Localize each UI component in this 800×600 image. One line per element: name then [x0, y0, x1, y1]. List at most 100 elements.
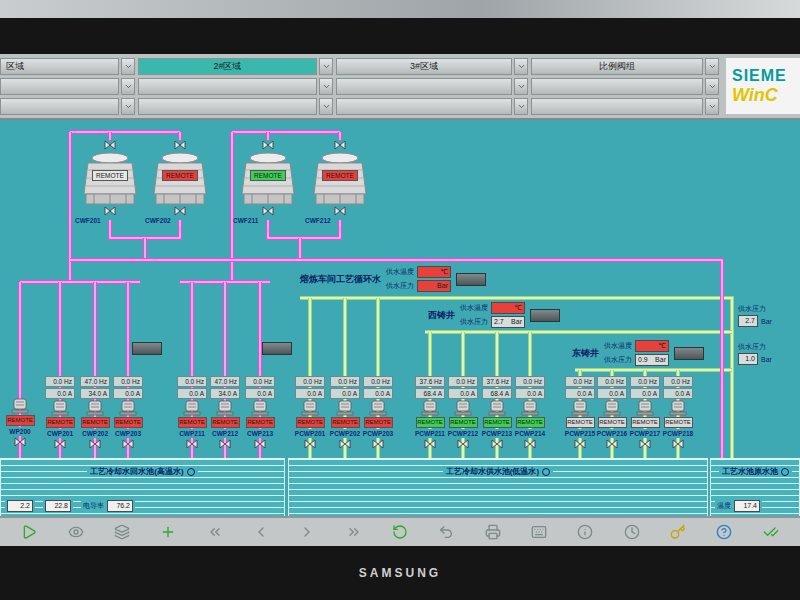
- nav-arrow-button[interactable]: [319, 98, 333, 115]
- toolbar-button[interactable]: [435, 521, 457, 543]
- toolbar-button[interactable]: [65, 521, 87, 543]
- area-tab[interactable]: 比例阀组: [531, 58, 703, 75]
- toolbar-button[interactable]: [18, 521, 40, 543]
- pump-icon[interactable]: [301, 400, 319, 416]
- area-tab[interactable]: 区域: [0, 58, 119, 75]
- info-icon[interactable]: [187, 468, 195, 476]
- pump[interactable]: 47.0 Hz34.0 AREMOTECWP202: [79, 376, 111, 449]
- cooling-tower[interactable]: REMOTECWF212: [305, 140, 375, 225]
- toolbar-button[interactable]: [760, 521, 782, 543]
- pump-icon[interactable]: [51, 400, 69, 416]
- nav-button[interactable]: [336, 98, 512, 115]
- valve-icon: [262, 206, 274, 216]
- nav-arrow-button[interactable]: [319, 58, 333, 75]
- toolbar-button[interactable]: [157, 521, 179, 543]
- pump-icon[interactable]: [636, 400, 654, 416]
- pump[interactable]: 0.0 Hz0.0 AREMOTEPCWP215: [564, 376, 596, 449]
- pump-icon[interactable]: [86, 400, 104, 416]
- pump[interactable]: 0.0 Hz0.0 AREMOTECWP203: [112, 376, 144, 449]
- nav-button[interactable]: [0, 98, 119, 115]
- toolbar-button[interactable]: [713, 521, 735, 543]
- pump-icon[interactable]: [521, 400, 539, 416]
- nav-button[interactable]: [0, 78, 119, 95]
- valve-icon: [104, 140, 116, 150]
- pump-icon[interactable]: [183, 400, 201, 416]
- pump-icon[interactable]: [119, 400, 137, 416]
- pump-icon[interactable]: [369, 400, 387, 416]
- toolbar-button[interactable]: [574, 521, 596, 543]
- toolbar-button[interactable]: [111, 521, 133, 543]
- pump[interactable]: REMOTEWP200: [4, 376, 36, 447]
- pump-icon[interactable]: [669, 400, 687, 416]
- pump-icon[interactable]: [603, 400, 621, 416]
- area-tab[interactable]: 3#区域: [336, 58, 512, 75]
- pump-status-badge: REMOTE: [631, 417, 660, 428]
- info-icon[interactable]: [781, 468, 789, 476]
- pump[interactable]: 0.0 Hz0.0 AREMOTEPCWP216: [596, 376, 628, 449]
- cooling-tower[interactable]: REMOTECWF211: [233, 140, 303, 225]
- pump-icon[interactable]: [488, 400, 506, 416]
- toolbar-button[interactable]: [296, 521, 318, 543]
- water-tank[interactable]: 工艺冷却水供水池(低温水): [288, 458, 708, 516]
- pump[interactable]: 0.0 Hz0.0 AREMOTEPCWP203: [362, 376, 394, 449]
- group-button[interactable]: [132, 342, 162, 355]
- pump[interactable]: 0.0 Hz0.0 AREMOTEPCWP218: [662, 376, 694, 449]
- pump-icon[interactable]: [336, 400, 354, 416]
- info-icon[interactable]: [542, 468, 550, 476]
- cooling-tower[interactable]: REMOTECWF201: [75, 140, 145, 225]
- nav-arrow-button[interactable]: [514, 78, 528, 95]
- nav-arrow-button[interactable]: [121, 58, 135, 75]
- pump-icon[interactable]: [11, 398, 29, 414]
- pump[interactable]: 37.6 Hz68.4 AREMOTEPCWP211: [414, 376, 446, 449]
- circuit-title: 西铸井: [428, 309, 455, 322]
- valve-icon: [14, 437, 26, 447]
- toolbar-button[interactable]: [482, 521, 504, 543]
- nav-arrow-button[interactable]: [705, 58, 719, 75]
- pump-frequency: 0.0 Hz: [113, 376, 143, 387]
- nav-arrow-button[interactable]: [121, 98, 135, 115]
- pump[interactable]: 0.0 Hz0.0 AREMOTEPCWP212: [447, 376, 479, 449]
- circuit-button[interactable]: [456, 273, 486, 286]
- pump-icon[interactable]: [454, 400, 472, 416]
- pump[interactable]: 0.0 Hz0.0 AREMOTEPCWP217: [629, 376, 661, 449]
- nav-arrow-button[interactable]: [705, 78, 719, 95]
- nav-arrow-button[interactable]: [121, 78, 135, 95]
- water-tank[interactable]: 工艺水池原水池温度17.4: [710, 458, 800, 516]
- nav-arrow-button[interactable]: [514, 58, 528, 75]
- toolbar-button[interactable]: [343, 521, 365, 543]
- toolbar-button[interactable]: [528, 521, 550, 543]
- return-pipe: [70, 260, 722, 460]
- nav-button[interactable]: [138, 98, 317, 115]
- pump[interactable]: 0.0 Hz0.0 AREMOTECWP201: [44, 376, 76, 449]
- nav-button[interactable]: [336, 78, 512, 95]
- toolbar-button[interactable]: [621, 521, 643, 543]
- pump[interactable]: 37.6 Hz68.4 AREMOTEPCWP213: [481, 376, 513, 449]
- pump-icon[interactable]: [571, 400, 589, 416]
- group-button[interactable]: [262, 342, 292, 355]
- nav-arrow-button[interactable]: [319, 78, 333, 95]
- nav-button[interactable]: [531, 98, 703, 115]
- pump-icon[interactable]: [251, 400, 269, 416]
- pump-icon[interactable]: [216, 400, 234, 416]
- pump[interactable]: 47.0 Hz34.0 AREMOTECWP212: [209, 376, 241, 449]
- pump[interactable]: 0.0 Hz0.0 AREMOTEPCWP202: [329, 376, 361, 449]
- pump[interactable]: 0.0 Hz0.0 AREMOTEPCWP214: [514, 376, 546, 449]
- nav-button[interactable]: [138, 78, 317, 95]
- circuit-button[interactable]: [674, 347, 704, 360]
- pump[interactable]: 0.0 Hz0.0 AREMOTECWP213: [244, 376, 276, 449]
- pump-icon[interactable]: [421, 400, 439, 416]
- toolbar-button[interactable]: [389, 521, 411, 543]
- cooling-tower[interactable]: REMOTECWF202: [145, 140, 215, 225]
- circuit-title: 熔炼车间工艺循环水: [300, 273, 381, 286]
- nav-arrow-button[interactable]: [514, 98, 528, 115]
- circuit-button[interactable]: [530, 309, 560, 322]
- toolbar-button[interactable]: [204, 521, 226, 543]
- water-tank[interactable]: 工艺冷却水回水池(高温水)2.222.8电导率76.2: [0, 458, 285, 516]
- nav-button[interactable]: [531, 78, 703, 95]
- area-tab[interactable]: 2#区域: [138, 58, 317, 75]
- toolbar-button[interactable]: [250, 521, 272, 543]
- pump[interactable]: 0.0 Hz0.0 AREMOTEPCWP201: [294, 376, 326, 449]
- toolbar-button[interactable]: [667, 521, 689, 543]
- pump[interactable]: 0.0 Hz0.0 AREMOTECWP211: [176, 376, 208, 449]
- nav-arrow-button[interactable]: [705, 98, 719, 115]
